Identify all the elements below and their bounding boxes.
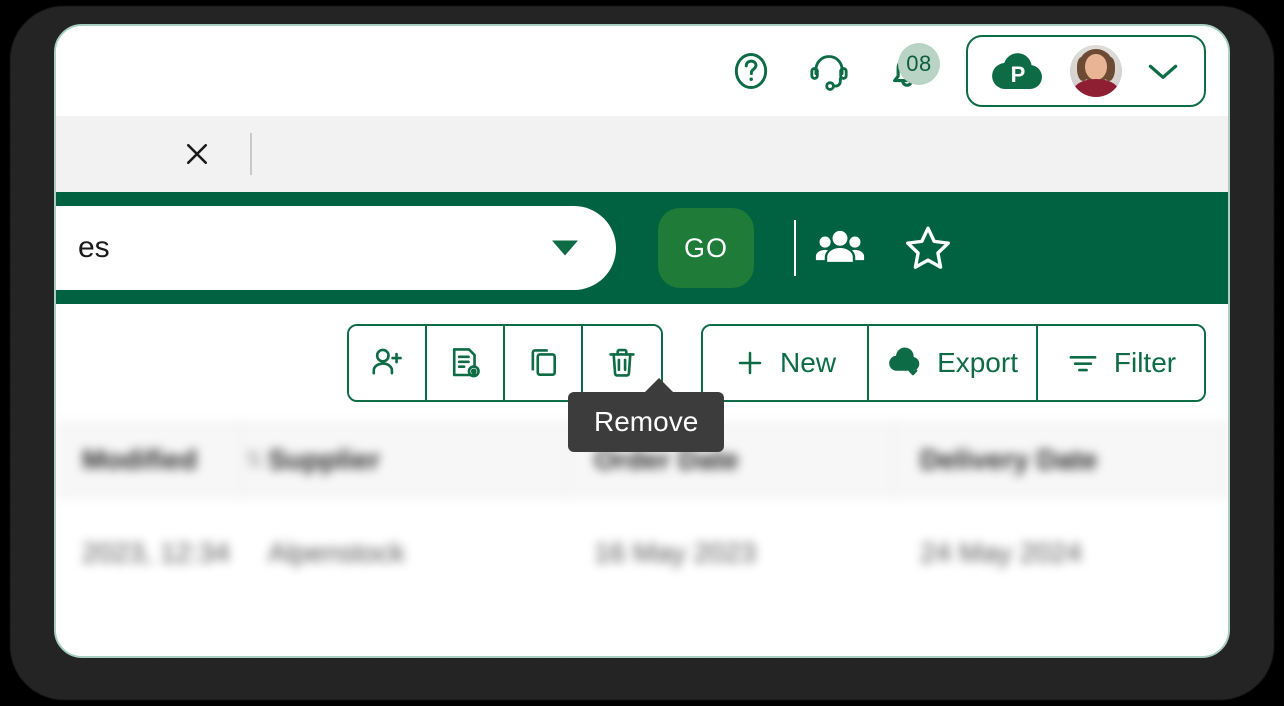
- search-input-value: es: [78, 231, 110, 264]
- cloud-download-icon: [887, 347, 923, 379]
- column-header-modified[interactable]: Modified ⇅: [56, 423, 264, 497]
- column-header-delivery-date[interactable]: Delivery Date: [894, 423, 1224, 497]
- table-row[interactable]: 2023, 12:34 Alpenstock 16 May 2023 24 Ma…: [56, 498, 1228, 608]
- records-table: Modified ⇅ Supplier Order Date Delivery …: [56, 422, 1228, 622]
- view-document-button[interactable]: [427, 326, 506, 400]
- avatar: [1070, 45, 1122, 97]
- share-with-users-button[interactable]: [796, 216, 884, 280]
- favorite-button[interactable]: [884, 216, 972, 280]
- new-button[interactable]: New: [703, 326, 870, 400]
- cell-delivery-date: 24 May 2024: [920, 537, 1082, 568]
- tab-strip: [56, 116, 1228, 192]
- people-group-icon: [814, 227, 866, 269]
- copy-icon: [523, 343, 563, 383]
- search-input[interactable]: es: [56, 206, 616, 290]
- svg-text:P: P: [1011, 62, 1026, 87]
- caret-down-icon[interactable]: [552, 240, 578, 256]
- notifications-button[interactable]: 08: [868, 39, 946, 103]
- column-label: Delivery Date: [920, 444, 1098, 475]
- go-button[interactable]: GO: [658, 208, 754, 288]
- document-preview-icon: [445, 343, 485, 383]
- duplicate-button[interactable]: [505, 326, 584, 400]
- application-panel: 08 P es GO New Export Filter Remove Modi…: [54, 24, 1230, 658]
- close-tab-button[interactable]: [176, 133, 218, 175]
- person-add-icon: [367, 343, 407, 383]
- search-bar: es GO: [56, 192, 1228, 304]
- app-header: 08 P: [56, 26, 1228, 116]
- filter-button-label: Filter: [1113, 347, 1177, 378]
- app-header-actions: 08 P: [712, 35, 1206, 107]
- cloud-p-logo: P: [990, 49, 1048, 93]
- text-action-group: New Export Filter: [701, 324, 1206, 402]
- notification-count-badge: 08: [898, 43, 940, 85]
- plus-icon: [734, 347, 766, 379]
- new-button-label: New: [780, 347, 837, 378]
- record-toolbar: New Export Filter Remove: [56, 304, 1228, 452]
- support-button[interactable]: [790, 39, 868, 103]
- assign-user-button[interactable]: [349, 326, 428, 400]
- cell-order-date: 16 May 2023: [594, 537, 756, 568]
- remove-tooltip: Remove: [568, 378, 725, 452]
- export-button[interactable]: Export: [869, 326, 1038, 400]
- column-header-supplier[interactable]: Supplier: [242, 423, 568, 497]
- icon-action-group: [347, 324, 664, 402]
- filter-icon: [1066, 348, 1100, 378]
- cell-supplier: Alpenstock: [268, 537, 405, 568]
- export-button-label: Export: [937, 347, 1018, 378]
- star-outline-icon: [900, 221, 956, 275]
- close-icon: [182, 139, 212, 169]
- column-label: Supplier: [268, 444, 381, 475]
- question-circle-icon: [729, 49, 773, 93]
- chevron-down-icon: [1144, 58, 1182, 84]
- device-screen: 08 P es GO New Export Filter Remove Modi…: [0, 0, 1284, 706]
- column-label: Modified: [82, 444, 198, 475]
- profile-menu[interactable]: P: [966, 35, 1206, 107]
- trash-icon: [602, 343, 642, 383]
- help-button[interactable]: [712, 39, 790, 103]
- filter-button[interactable]: Filter: [1038, 326, 1204, 400]
- headset-icon: [805, 48, 853, 94]
- tab-divider: [250, 133, 252, 175]
- cell-modified: 2023, 12:34: [82, 537, 230, 568]
